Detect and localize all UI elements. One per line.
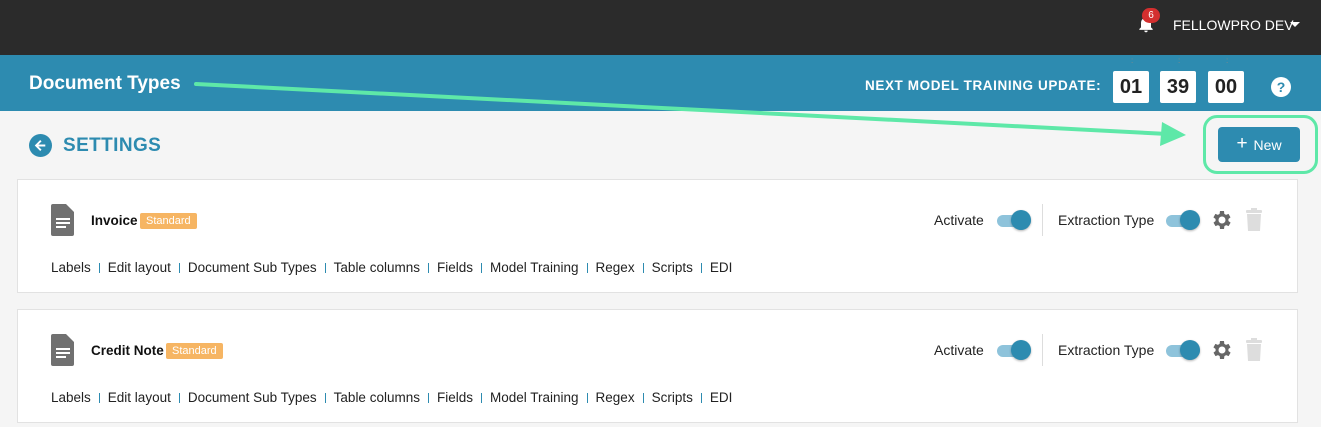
link-model-training[interactable]: Model Training bbox=[490, 390, 579, 405]
trash-icon[interactable] bbox=[1243, 338, 1265, 362]
standard-badge: Standard bbox=[166, 343, 223, 359]
document-type-links: Labels Edit layout Document Sub Types Ta… bbox=[51, 260, 732, 275]
extraction-type-toggle[interactable] bbox=[1166, 210, 1200, 232]
trash-icon[interactable] bbox=[1243, 208, 1265, 232]
document-icon bbox=[51, 204, 74, 236]
link-model-training[interactable]: Model Training bbox=[490, 260, 579, 275]
link-document-sub-types[interactable]: Document Sub Types bbox=[188, 260, 317, 275]
link-labels[interactable]: Labels bbox=[51, 390, 91, 405]
plus-icon: + bbox=[1236, 133, 1248, 154]
link-edi[interactable]: EDI bbox=[710, 260, 733, 275]
document-type-name: Credit Note bbox=[91, 343, 164, 358]
document-type-card: Credit Note Standard Activate Extraction… bbox=[17, 309, 1298, 423]
link-scripts[interactable]: Scripts bbox=[652, 390, 693, 405]
new-document-type-button[interactable]: + New bbox=[1218, 127, 1300, 162]
link-scripts[interactable]: Scripts bbox=[652, 260, 693, 275]
link-regex[interactable]: Regex bbox=[596, 260, 635, 275]
new-button-label: New bbox=[1253, 136, 1282, 153]
extraction-type-toggle[interactable] bbox=[1166, 340, 1200, 362]
link-fields[interactable]: Fields bbox=[437, 260, 473, 275]
document-type-name: Invoice bbox=[91, 213, 138, 228]
link-document-sub-types[interactable]: Document Sub Types bbox=[188, 390, 317, 405]
link-table-columns[interactable]: Table columns bbox=[334, 260, 420, 275]
document-type-card: Invoice Standard Activate Extraction Typ… bbox=[17, 179, 1298, 293]
gear-icon[interactable] bbox=[1209, 208, 1233, 232]
activate-toggle[interactable] bbox=[997, 210, 1031, 232]
link-fields[interactable]: Fields bbox=[437, 390, 473, 405]
activate-toggle[interactable] bbox=[997, 340, 1031, 362]
link-edit-layout[interactable]: Edit layout bbox=[108, 390, 171, 405]
extraction-type-label: Extraction Type bbox=[1058, 212, 1155, 228]
gear-icon[interactable] bbox=[1209, 338, 1233, 362]
link-edit-layout[interactable]: Edit layout bbox=[108, 260, 171, 275]
activate-label: Activate bbox=[934, 342, 984, 358]
document-type-links: Labels Edit layout Document Sub Types Ta… bbox=[51, 390, 732, 405]
divider bbox=[1042, 204, 1043, 236]
link-labels[interactable]: Labels bbox=[51, 260, 91, 275]
divider bbox=[1042, 334, 1043, 366]
document-icon bbox=[51, 334, 74, 366]
link-regex[interactable]: Regex bbox=[596, 390, 635, 405]
link-table-columns[interactable]: Table columns bbox=[334, 390, 420, 405]
standard-badge: Standard bbox=[140, 213, 197, 229]
extraction-type-label: Extraction Type bbox=[1058, 342, 1155, 358]
link-edi[interactable]: EDI bbox=[710, 390, 733, 405]
activate-label: Activate bbox=[934, 212, 984, 228]
